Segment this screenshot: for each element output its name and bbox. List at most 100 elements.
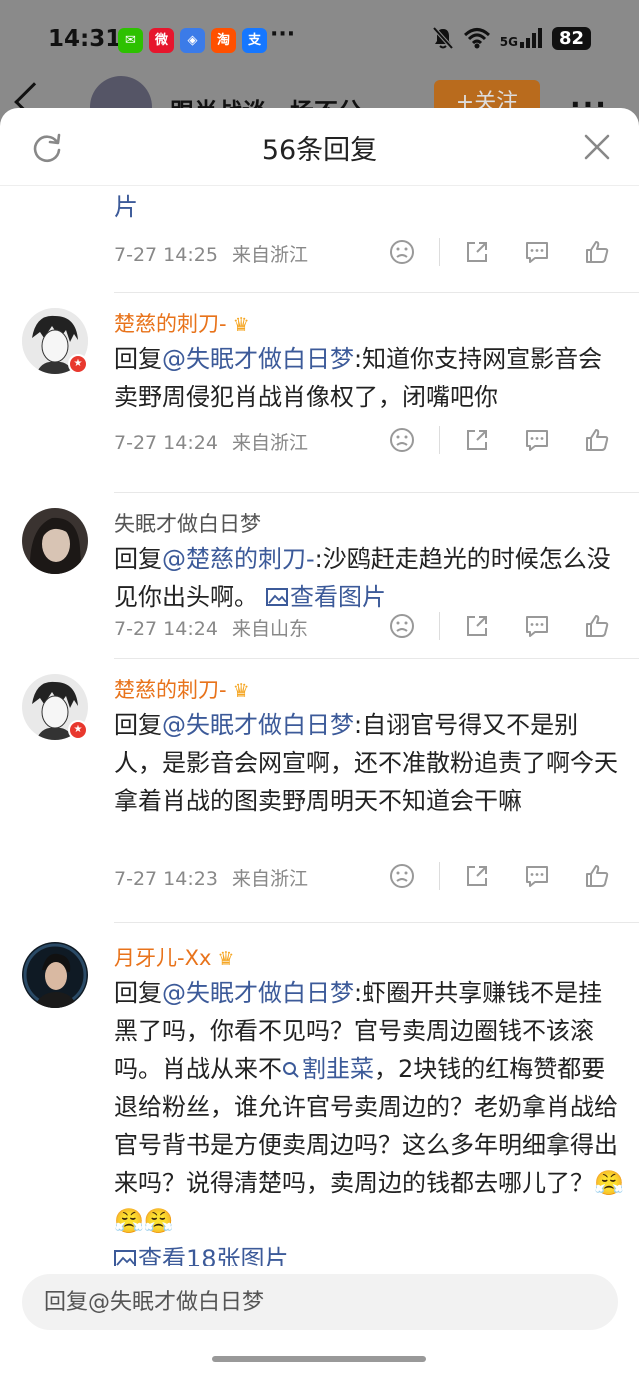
comment-icon[interactable] [523, 862, 551, 890]
share-icon[interactable] [463, 238, 491, 266]
like-icon[interactable] [583, 238, 611, 266]
comment-location: 来自山东 [231, 618, 308, 640]
comment-time: 7-27 14:24 [114, 618, 218, 640]
comment-username[interactable]: 失眠才做白日梦 [114, 508, 261, 538]
dislike-icon[interactable] [388, 862, 416, 890]
dislike-icon[interactable] [388, 426, 416, 454]
avatar-image [22, 508, 88, 574]
taobao-icon: 淘 [211, 28, 236, 53]
comment-actions [388, 238, 611, 266]
status-bar: 14:31 ✉ 微 ◈ 淘 支 ··· 5G 82 [0, 0, 639, 80]
battery-indicator: 82 [551, 26, 591, 50]
comment-text: 片 [114, 188, 626, 226]
search-topic-label[interactable]: 割韭菜 [302, 1055, 374, 1083]
comment-text: 回复@失眠才做白日梦:自诩官号得又不是别人，是影音会网宣啊，还不准散粉追责了啊今… [114, 706, 626, 820]
search-icon [283, 1062, 299, 1078]
comment-time: 7-27 14:23 [114, 868, 218, 890]
comment-username[interactable]: 楚慈的刺刀- ♛ [114, 308, 250, 338]
comment-item: 月牙儿-Xx ♛ 回复@失眠才做白日梦:虾圈开共享赚钱不是挂黑了吗，你看不见吗？官… [0, 922, 639, 1266]
comment-item: 片 7-27 14:25 来自浙江 [0, 186, 639, 292]
reply-input[interactable] [22, 1274, 618, 1330]
comment-icon[interactable] [523, 426, 551, 454]
avatar[interactable] [22, 508, 88, 574]
crown-icon: ♛ [232, 680, 250, 702]
username-text[interactable]: 楚慈的刺刀- [114, 678, 227, 702]
search-topic-link[interactable]: 割韭菜 [282, 1055, 374, 1083]
mention-link[interactable]: @楚慈的刺刀- [162, 545, 315, 573]
comment-item: ★ 楚慈的刺刀- ♛ 回复@失眠才做白日梦:知道你支持网宣影音会卖野周侵犯肖战肖像… [0, 292, 639, 492]
home-indicator[interactable] [212, 1356, 426, 1362]
comment-meta: 7-27 14:24 来自浙江 [114, 428, 308, 455]
network-type: 5G [499, 35, 518, 49]
crown-icon: ♛ [232, 314, 250, 336]
verified-badge-icon: ★ [68, 720, 88, 740]
comment-icon[interactable] [523, 612, 551, 640]
comment-location: 来自浙江 [231, 432, 308, 454]
divider [439, 238, 440, 266]
verified-badge-icon: ★ [68, 354, 88, 374]
comment-text: 回复@失眠才做白日梦:知道你支持网宣影音会卖野周侵犯肖战肖像权了，闭嘴吧你 [114, 340, 626, 416]
image-icon [266, 588, 288, 606]
like-icon[interactable] [583, 862, 611, 890]
dislike-icon[interactable] [388, 238, 416, 266]
comment-text: 回复@楚慈的刺刀-:沙鸥赶走趋光的时候怎么没见你出头啊。 查看图片 [114, 540, 626, 616]
view-image-link[interactable]: 查看图片 [258, 583, 386, 611]
divider [439, 426, 440, 454]
divider [114, 658, 639, 659]
reply-sheet: 56条回复 片 7-27 14:25 来自浙江 ★ 楚慈的刺刀- ♛ 回复@失眠… [0, 108, 639, 1381]
app-icon: ◈ [180, 28, 205, 53]
divider [439, 612, 440, 640]
mention-link[interactable]: @失眠才做白日梦 [162, 711, 354, 739]
divider [114, 492, 639, 493]
share-icon[interactable] [463, 612, 491, 640]
comment-time: 7-27 14:25 [114, 244, 218, 266]
wifi-icon [463, 28, 490, 49]
view-image-label[interactable]: 查看图片 [290, 583, 386, 611]
view-images-link[interactable]: 查看18张图片 [114, 1245, 289, 1266]
like-icon[interactable] [583, 426, 611, 454]
username-text[interactable]: 失眠才做白日梦 [114, 512, 261, 536]
weibo-icon: 微 [149, 28, 174, 53]
mention-link[interactable]: @失眠才做白日梦 [162, 345, 354, 373]
more-notifications-icon: ··· [270, 22, 296, 47]
comment-actions [388, 862, 611, 890]
comment-username[interactable]: 楚慈的刺刀- ♛ [114, 674, 250, 704]
comment-actions [388, 612, 611, 640]
view-images-label[interactable]: 查看18张图片 [138, 1245, 289, 1266]
close-icon[interactable] [580, 130, 614, 164]
reply-prefix: 回复 [114, 979, 162, 1007]
crown-icon: ♛ [217, 948, 235, 970]
like-icon[interactable] [583, 612, 611, 640]
reply-prefix: 回复 [114, 711, 162, 739]
comment-username[interactable]: 月牙儿-Xx ♛ [114, 942, 234, 972]
sheet-title: 56条回复 [261, 135, 378, 166]
comment-list[interactable]: 片 7-27 14:25 来自浙江 ★ 楚慈的刺刀- ♛ 回复@失眠才做白日梦:… [0, 186, 639, 1266]
reply-input-bar [0, 1266, 639, 1381]
mention-link[interactable]: @失眠才做白日梦 [162, 979, 354, 1007]
mute-bell-icon [432, 26, 454, 50]
username-text[interactable]: 月牙儿-Xx [114, 946, 211, 970]
comment-icon[interactable] [523, 238, 551, 266]
divider [114, 922, 639, 923]
image-icon [114, 1250, 136, 1266]
status-time: 14:31 [48, 26, 122, 52]
reply-prefix: 回复 [114, 545, 162, 573]
signal-5g-icon: 5G [500, 28, 542, 48]
divider [439, 862, 440, 890]
avatar-image [22, 942, 88, 1008]
comment-meta: 7-27 14:25 来自浙江 [114, 240, 308, 267]
sheet-header: 56条回复 [0, 108, 639, 186]
view-image-link[interactable]: 片 [114, 193, 138, 221]
dislike-icon[interactable] [388, 612, 416, 640]
notification-icons: ✉ 微 ◈ 淘 支 [118, 28, 267, 53]
username-text[interactable]: 楚慈的刺刀- [114, 312, 227, 336]
wechat-icon: ✉ [118, 28, 143, 53]
comment-text: 回复@失眠才做白日梦:虾圈开共享赚钱不是挂黑了吗，你看不见吗？官号卖周边圈钱不该… [114, 974, 626, 1266]
comment-meta: 7-27 14:24 来自山东 [114, 614, 308, 641]
comment-location: 来自浙江 [231, 244, 308, 266]
avatar[interactable] [22, 942, 88, 1008]
signal-bars-icon [519, 28, 542, 48]
share-icon[interactable] [463, 426, 491, 454]
share-icon[interactable] [463, 862, 491, 890]
comment-location: 来自浙江 [231, 868, 308, 890]
